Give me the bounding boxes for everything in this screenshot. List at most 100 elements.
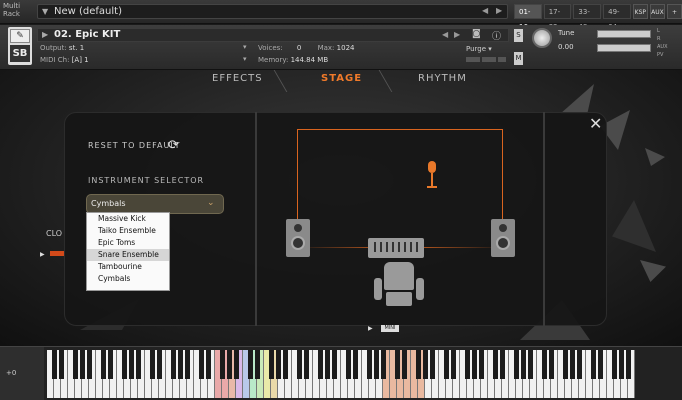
prev-preset-icon[interactable]: ◀ <box>482 6 488 15</box>
piano-black-key[interactable] <box>618 350 624 379</box>
piano-black-key[interactable] <box>429 350 435 379</box>
mini-button[interactable]: MINI <box>381 325 399 332</box>
piano-black-key[interactable] <box>541 350 547 379</box>
dropdown-option-epic-toms[interactable]: Epic Toms <box>87 237 169 249</box>
reset-icon[interactable]: ⟳ <box>168 138 184 154</box>
dropdown-option-taiko-ensemble[interactable]: Taiko Ensemble <box>87 225 169 237</box>
aux-label-aux[interactable]: AUX <box>657 43 668 51</box>
piano-black-key[interactable] <box>128 350 134 379</box>
dropdown-option-tambourine[interactable]: Tambourine <box>87 261 169 273</box>
mute-button[interactable]: M <box>514 52 523 65</box>
piano-black-key[interactable] <box>499 350 505 379</box>
piano-black-key[interactable] <box>401 350 407 379</box>
next-preset-icon[interactable]: ▶ <box>496 6 502 15</box>
piano-black-key[interactable] <box>177 350 183 379</box>
chevron-down-icon[interactable]: ⌄ <box>207 198 215 208</box>
piano-black-key[interactable] <box>135 350 141 379</box>
piano-black-key[interactable] <box>184 350 190 379</box>
dropdown-option-snare-ensemble[interactable]: Snare Ensemble <box>87 249 169 261</box>
piano-black-key[interactable] <box>366 350 372 379</box>
play-icon[interactable]: ▶ <box>368 325 373 332</box>
preset-menu-icon[interactable]: ▼ <box>42 7 48 16</box>
next-instrument-icon[interactable]: ▶ <box>454 30 460 39</box>
max-value[interactable]: 1024 <box>337 44 355 52</box>
piano-black-key[interactable] <box>345 350 351 379</box>
speaker-left-icon[interactable] <box>286 219 310 257</box>
rack-tab-33-48[interactable]: 33-48 <box>573 4 602 31</box>
prev-instrument-icon[interactable]: ◀ <box>442 30 448 39</box>
tab-effects[interactable]: EFFECTS <box>212 73 263 84</box>
piano-black-key[interactable] <box>527 350 533 379</box>
piano-black-key[interactable] <box>492 350 498 379</box>
tune-knob[interactable] <box>532 28 552 48</box>
piano-black-key[interactable] <box>86 350 92 379</box>
piano-keyboard[interactable] <box>47 350 635 398</box>
rack-tab-49-64[interactable]: 49-64 <box>603 4 631 31</box>
play-icon[interactable]: ▶ <box>40 251 45 258</box>
piano-black-key[interactable] <box>121 350 127 379</box>
piano-black-key[interactable] <box>548 350 554 379</box>
piano-black-key[interactable] <box>317 350 323 379</box>
purge-menu[interactable]: Purge ▾ <box>466 45 492 53</box>
piano-black-key[interactable] <box>562 350 568 379</box>
piano-black-key[interactable] <box>79 350 85 379</box>
ksp-button[interactable]: KSP <box>632 4 648 19</box>
piano-black-key[interactable] <box>422 350 428 379</box>
output-dropdown-icon[interactable]: ▾ <box>243 43 247 51</box>
piano-black-key[interactable] <box>282 350 288 379</box>
close-icon[interactable]: ✕ <box>589 114 602 133</box>
microphone-icon[interactable] <box>425 161 439 189</box>
piano-black-key[interactable] <box>58 350 64 379</box>
piano-black-key[interactable] <box>415 350 421 379</box>
piano-black-key[interactable] <box>569 350 575 379</box>
piano-black-key[interactable] <box>51 350 57 379</box>
piano-black-key[interactable] <box>254 350 260 379</box>
piano-black-key[interactable] <box>205 350 211 379</box>
instrument-name-row[interactable]: ▶ 02. Epic KIT ◀ ▶ ◙ ⓘ <box>37 28 509 42</box>
dropdown-option-massive-kick[interactable]: Massive Kick <box>87 213 169 225</box>
output-value[interactable]: st. 1 <box>69 44 84 52</box>
piano-black-key[interactable] <box>352 350 358 379</box>
piano-black-key[interactable] <box>303 350 309 379</box>
midi-row[interactable]: MIDI Ch: [A] 1 <box>40 56 89 64</box>
piano-black-key[interactable] <box>520 350 526 379</box>
piano-black-key[interactable] <box>149 350 155 379</box>
piano-black-key[interactable] <box>443 350 449 379</box>
pan-fader[interactable] <box>597 44 651 52</box>
piano-black-key[interactable] <box>513 350 519 379</box>
preset-name-field[interactable]: ▼ New (default) ◀ ▶ <box>37 4 508 19</box>
piano-black-key[interactable] <box>625 350 631 379</box>
piano-black-key[interactable] <box>247 350 253 379</box>
solo-button[interactable]: S <box>514 29 523 42</box>
aux-label-pv[interactable]: PV <box>657 51 668 59</box>
piano-black-key[interactable] <box>275 350 281 379</box>
rack-tab-17-32[interactable]: 17-32 <box>543 4 572 31</box>
background-play-bar[interactable] <box>50 251 64 256</box>
piano-black-key[interactable] <box>464 350 470 379</box>
instrument-select[interactable]: Cymbals ⌄ <box>86 194 224 214</box>
piano-black-key[interactable] <box>597 350 603 379</box>
tab-stage[interactable]: STAGE <box>321 73 362 84</box>
piano-black-key[interactable] <box>590 350 596 379</box>
piano-black-key[interactable] <box>576 350 582 379</box>
piano-black-key[interactable] <box>471 350 477 379</box>
wrench-icon[interactable]: ✎ <box>10 29 30 43</box>
piano-black-key[interactable] <box>170 350 176 379</box>
piano-black-key[interactable] <box>233 350 239 379</box>
aux-button[interactable]: AUX <box>649 4 665 19</box>
octave-shift-label[interactable]: +0 <box>6 369 16 377</box>
midi-dropdown-icon[interactable]: ▾ <box>243 55 247 63</box>
piano-black-key[interactable] <box>198 350 204 379</box>
reset-to-default-label[interactable]: RESET TO DEFAULT <box>88 141 181 150</box>
piano-black-key[interactable] <box>226 350 232 379</box>
tab-rhythm[interactable]: RHYTHM <box>418 73 467 84</box>
info-icon[interactable]: ⓘ <box>492 29 501 42</box>
piano-black-key[interactable] <box>450 350 456 379</box>
midi-value[interactable]: [A] 1 <box>72 56 89 64</box>
collapse-triangle-icon[interactable]: ▶ <box>42 30 48 39</box>
volume-fader[interactable] <box>597 30 651 38</box>
piano-black-key[interactable] <box>324 350 330 379</box>
instrument-logo[interactable]: ✎ SB <box>8 27 32 65</box>
piano-black-key[interactable] <box>331 350 337 379</box>
piano-black-key[interactable] <box>380 350 386 379</box>
